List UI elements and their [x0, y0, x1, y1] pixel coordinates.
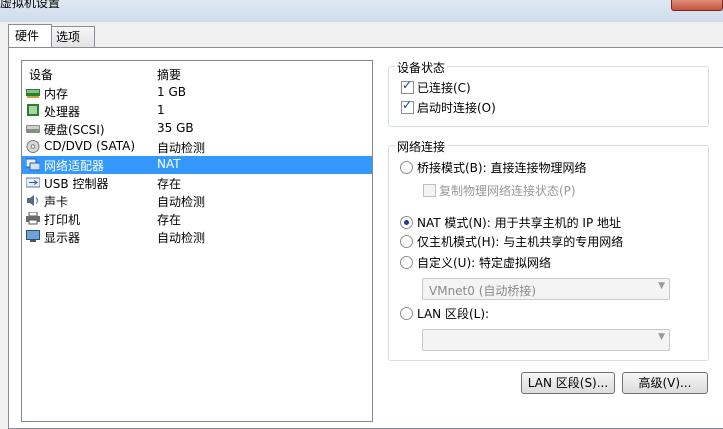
host-only-radio[interactable] — [400, 235, 413, 248]
network-connection-legend: 网络连接 — [395, 138, 448, 155]
device-name: 网络适配器 — [44, 159, 105, 173]
display-icon — [26, 230, 40, 242]
custom-radio[interactable] — [400, 256, 413, 269]
bridged-label[interactable]: 桥接模式(B): 直接连接物理网络 — [417, 159, 586, 176]
column-header-summary[interactable]: 摘要 — [157, 66, 181, 83]
device-row-printer[interactable]: 打印机 存在 — [22, 210, 372, 228]
column-header-device[interactable]: 设备 — [29, 66, 53, 83]
usb-icon — [26, 177, 40, 188]
device-summary: 自动检测 — [157, 231, 206, 245]
device-status-group: 设备状态 — [388, 59, 709, 127]
device-summary: 存在 — [157, 177, 182, 191]
device-row-network-adapter[interactable]: 网络适配器 NAT — [22, 156, 372, 174]
connected-checkbox[interactable] — [401, 78, 414, 94]
device-summary: 存在 — [157, 213, 182, 227]
device-row-display[interactable]: 显示器 自动检测 — [22, 228, 372, 246]
connect-at-power-on-checkbox[interactable] — [401, 98, 414, 114]
tab-options[interactable]: 选项 — [49, 26, 95, 47]
lan-segment-label[interactable]: LAN 区段(L): — [417, 305, 489, 322]
lan-segment-select[interactable]: ▼ — [422, 329, 670, 351]
title-bar: 虚拟机设置 — [0, 0, 723, 22]
device-summary: 自动检测 — [157, 141, 206, 155]
device-name: 打印机 — [44, 213, 81, 227]
sound-icon — [27, 195, 38, 206]
replicate-state-checkbox[interactable] — [423, 184, 436, 197]
device-name: 显示器 — [44, 231, 81, 245]
chevron-down-icon: ▼ — [658, 281, 665, 291]
device-row-harddisk[interactable]: 硬盘(SCSI) 35 GB — [22, 120, 372, 138]
replicate-state-label[interactable]: 复制物理网络连接状态(P) — [439, 182, 576, 199]
lan-segments-button[interactable]: LAN 区段(S)... — [521, 372, 615, 394]
cdrom-icon — [26, 140, 40, 153]
harddisk-icon — [26, 125, 40, 133]
host-only-label[interactable]: 仅主机模式(H): 与主机共享的专用网络 — [417, 233, 623, 250]
window-title: 虚拟机设置 — [0, 0, 61, 10]
nat-radio[interactable] — [400, 216, 413, 229]
device-summary: 1 — [157, 103, 165, 117]
device-summary: NAT — [157, 157, 181, 171]
chevron-down-icon: ▼ — [658, 332, 665, 342]
custom-label[interactable]: 自定义(U): 特定虚拟网络 — [417, 254, 551, 271]
device-summary: 1 GB — [157, 85, 186, 99]
network-adapter-icon — [26, 158, 40, 171]
device-name: 硬盘(SCSI) — [44, 123, 105, 137]
device-name: USB 控制器 — [44, 177, 109, 191]
device-name: 处理器 — [44, 105, 81, 119]
processor-icon — [27, 104, 39, 116]
device-row-processor[interactable]: 处理器 1 — [22, 102, 372, 120]
bridged-radio[interactable] — [400, 161, 413, 174]
device-row-sound[interactable]: 声卡 自动检测 — [22, 192, 372, 210]
lan-segment-radio[interactable] — [400, 307, 413, 320]
connect-at-power-on-label[interactable]: 启动时连接(O) — [417, 99, 496, 116]
device-list-header: 设备 摘要 — [22, 61, 372, 83]
connected-label[interactable]: 已连接(C) — [417, 79, 471, 96]
custom-vmnet-select[interactable]: VMnet0 (自动桥接) ▼ — [422, 278, 670, 300]
device-row-usb[interactable]: USB 控制器 存在 — [22, 174, 372, 192]
nat-label[interactable]: NAT 模式(N): 用于共享主机的 IP 地址 — [417, 214, 621, 231]
device-name: 声卡 — [44, 195, 69, 209]
tab-hardware[interactable]: 硬件 — [8, 24, 52, 47]
device-list[interactable]: 设备 摘要 内存 1 GB 处理器 1 硬盘(SCSI) 35 GB CD/DV… — [21, 60, 373, 422]
memory-icon — [26, 89, 40, 98]
device-summary: 35 GB — [157, 121, 194, 135]
printer-icon — [26, 212, 40, 225]
device-row-cdrom[interactable]: CD/DVD (SATA) 自动检测 — [22, 138, 372, 156]
device-name: CD/DVD (SATA) — [44, 139, 136, 153]
device-status-legend: 设备状态 — [395, 59, 448, 76]
custom-vmnet-value: VMnet0 (自动桥接) — [429, 284, 537, 298]
device-name: 内存 — [44, 87, 69, 101]
close-button[interactable] — [671, 0, 723, 11]
device-summary: 自动检测 — [157, 195, 206, 209]
device-row-memory[interactable]: 内存 1 GB — [22, 84, 372, 102]
advanced-button[interactable]: 高级(V)... — [622, 372, 708, 394]
